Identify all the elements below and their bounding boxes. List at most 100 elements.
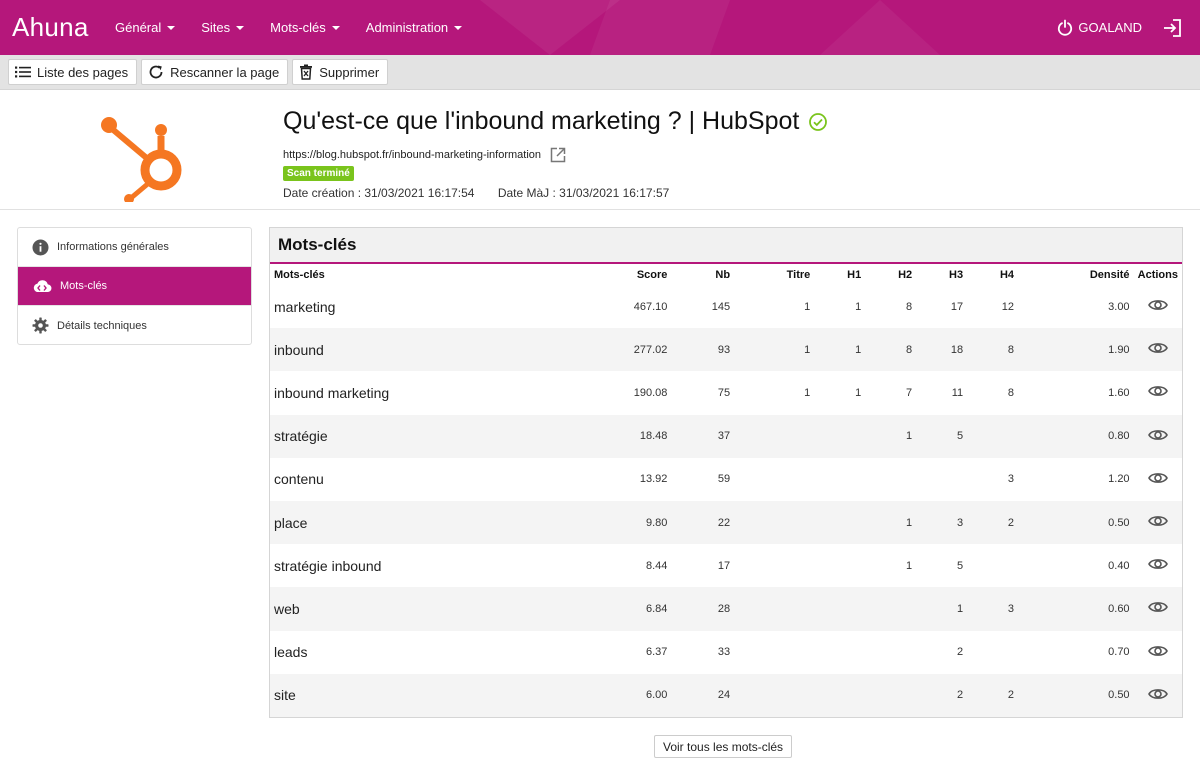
- h2-cell: 8: [906, 343, 913, 356]
- column-header-count[interactable]: Nb: [671, 264, 734, 285]
- eye-icon[interactable]: [1147, 687, 1168, 701]
- count-cell: 28: [717, 602, 731, 615]
- caret-down-icon: [331, 25, 340, 30]
- eye-icon[interactable]: [1147, 514, 1168, 528]
- column-header-actions: Actions: [1137, 268, 1178, 281]
- rescan-button[interactable]: Rescanner la page: [141, 59, 289, 85]
- h3-cell: 2: [956, 689, 964, 702]
- title-cell: [734, 458, 814, 501]
- trash-icon: [300, 64, 313, 80]
- brand-logo[interactable]: Ahuna: [12, 12, 89, 43]
- actions-cell: [1134, 587, 1182, 630]
- delete-button[interactable]: Supprimer: [292, 59, 389, 85]
- column-header-h2[interactable]: H2: [865, 264, 916, 285]
- eye-icon[interactable]: [1147, 644, 1168, 658]
- page-title: Qu'est-ce que l'inbound marketing ? | Hu…: [283, 107, 828, 136]
- status-badge: Scan terminé: [283, 166, 354, 181]
- count-cell: 37: [717, 430, 731, 443]
- table-row: place 9.80 22 1 3 2 0.50: [270, 500, 1182, 545]
- sidebar-item-keywords[interactable]: Mots-clés: [18, 267, 251, 306]
- nav-keywords[interactable]: Mots-clés: [270, 20, 340, 35]
- page-header: Qu'est-ce que l'inbound marketing ? | Hu…: [0, 90, 1200, 210]
- refresh-icon: [149, 65, 163, 79]
- sidebar-item-label: Informations générales: [57, 241, 169, 253]
- density-cell: 1.60: [1108, 386, 1130, 399]
- sidebar-item-technical-details[interactable]: Détails techniques: [18, 306, 251, 345]
- eye-icon[interactable]: [1147, 600, 1168, 614]
- action-toolbar: Liste des pages Rescanner la page Suppri…: [0, 55, 1200, 90]
- table-row: stratégie 18.48 37 1 5 0.80: [270, 414, 1182, 458]
- density-cell: 0.40: [1108, 559, 1130, 572]
- eye-icon[interactable]: [1147, 471, 1168, 485]
- h3-cell: [916, 458, 967, 501]
- h1-cell: [814, 544, 865, 587]
- keyword-cell: inbound marketing: [274, 384, 390, 401]
- page-list-button[interactable]: Liste des pages: [8, 59, 138, 85]
- h2-cell: 1: [906, 516, 913, 529]
- h2-cell: 8: [906, 300, 913, 313]
- title-cell: [734, 544, 814, 587]
- external-link-icon[interactable]: [549, 146, 567, 164]
- page-title-text: Qu'est-ce que l'inbound marketing ? | Hu…: [283, 107, 800, 135]
- keyword-cell: stratégie: [274, 428, 328, 445]
- h4-cell: 2: [1007, 689, 1015, 702]
- h4-cell: [967, 544, 1018, 587]
- count-cell: 22: [717, 516, 731, 529]
- h3-cell: 17: [950, 300, 964, 313]
- check-circle-icon: [809, 112, 828, 131]
- eye-icon[interactable]: [1147, 428, 1168, 442]
- keyword-cell: marketing: [274, 298, 336, 315]
- panel-title: Mots-clés: [270, 228, 1182, 264]
- h3-cell: 1: [956, 602, 964, 615]
- h4-cell: 12: [1001, 300, 1015, 313]
- nav-general[interactable]: Général: [115, 20, 176, 35]
- h1-cell: [814, 674, 865, 717]
- keyword-cell: contenu: [274, 471, 324, 488]
- density-cell: 3.00: [1108, 300, 1130, 313]
- actions-cell: [1134, 631, 1182, 674]
- keywords-table: Mots-clés Score Nb Titre H1 H2 H3 H4 Den…: [270, 264, 1182, 717]
- count-cell: 93: [717, 343, 731, 356]
- actions-cell: [1134, 415, 1182, 458]
- h4-cell: 3: [1007, 602, 1015, 615]
- eye-icon[interactable]: [1147, 384, 1168, 398]
- sidebar-item-general-info[interactable]: Informations générales: [18, 228, 251, 267]
- page-url: https://blog.hubspot.fr/inbound-marketin…: [283, 149, 542, 161]
- score-cell: 13.92: [639, 473, 668, 486]
- column-header-h1[interactable]: H1: [814, 264, 865, 285]
- h1-cell: 1: [855, 300, 862, 313]
- eye-icon[interactable]: [1147, 298, 1168, 312]
- score-cell: 6.00: [645, 689, 668, 702]
- navbar-decoration: [820, 0, 940, 55]
- created-date: Date création : 31/03/2021 16:17:54: [283, 186, 475, 200]
- column-header-score[interactable]: Score: [600, 264, 671, 285]
- actions-cell: [1134, 458, 1182, 501]
- nav-sites[interactable]: Sites: [201, 20, 245, 35]
- h1-cell: [814, 501, 865, 544]
- nav-administration[interactable]: Administration: [366, 20, 463, 35]
- organization-switcher[interactable]: GOALAND: [1056, 19, 1142, 37]
- updated-date: Date MàJ : 31/03/2021 16:17:57: [497, 186, 670, 200]
- list-icon: [15, 66, 31, 78]
- h2-cell: [865, 587, 916, 630]
- h1-cell: 1: [855, 343, 862, 356]
- column-header-h3[interactable]: H3: [916, 264, 967, 285]
- density-cell: 0.60: [1108, 602, 1130, 615]
- logout-button[interactable]: [1162, 18, 1182, 38]
- table-row: inbound marketing 190.08 75 1 1 7 11 8 1.60: [270, 371, 1182, 415]
- column-header-title[interactable]: Titre: [734, 264, 814, 285]
- keyword-cell: web: [274, 600, 300, 617]
- h1-cell: [814, 458, 865, 501]
- column-header-keyword[interactable]: Mots-clés: [270, 264, 600, 285]
- info-icon: [32, 239, 49, 255]
- eye-icon[interactable]: [1147, 557, 1168, 571]
- table-row: contenu 13.92 59 3 1.20: [270, 457, 1182, 501]
- h1-cell: 1: [855, 386, 862, 399]
- see-all-keywords-button[interactable]: Voir tous les mots-clés: [654, 735, 793, 758]
- gear-icon: [32, 317, 49, 334]
- column-header-density[interactable]: Densité: [1018, 264, 1134, 285]
- table-row: web 6.84 28 1 3 0.60: [270, 587, 1182, 631]
- eye-icon[interactable]: [1147, 341, 1168, 355]
- column-header-h4[interactable]: H4: [967, 264, 1018, 285]
- density-cell: 1.90: [1108, 343, 1130, 356]
